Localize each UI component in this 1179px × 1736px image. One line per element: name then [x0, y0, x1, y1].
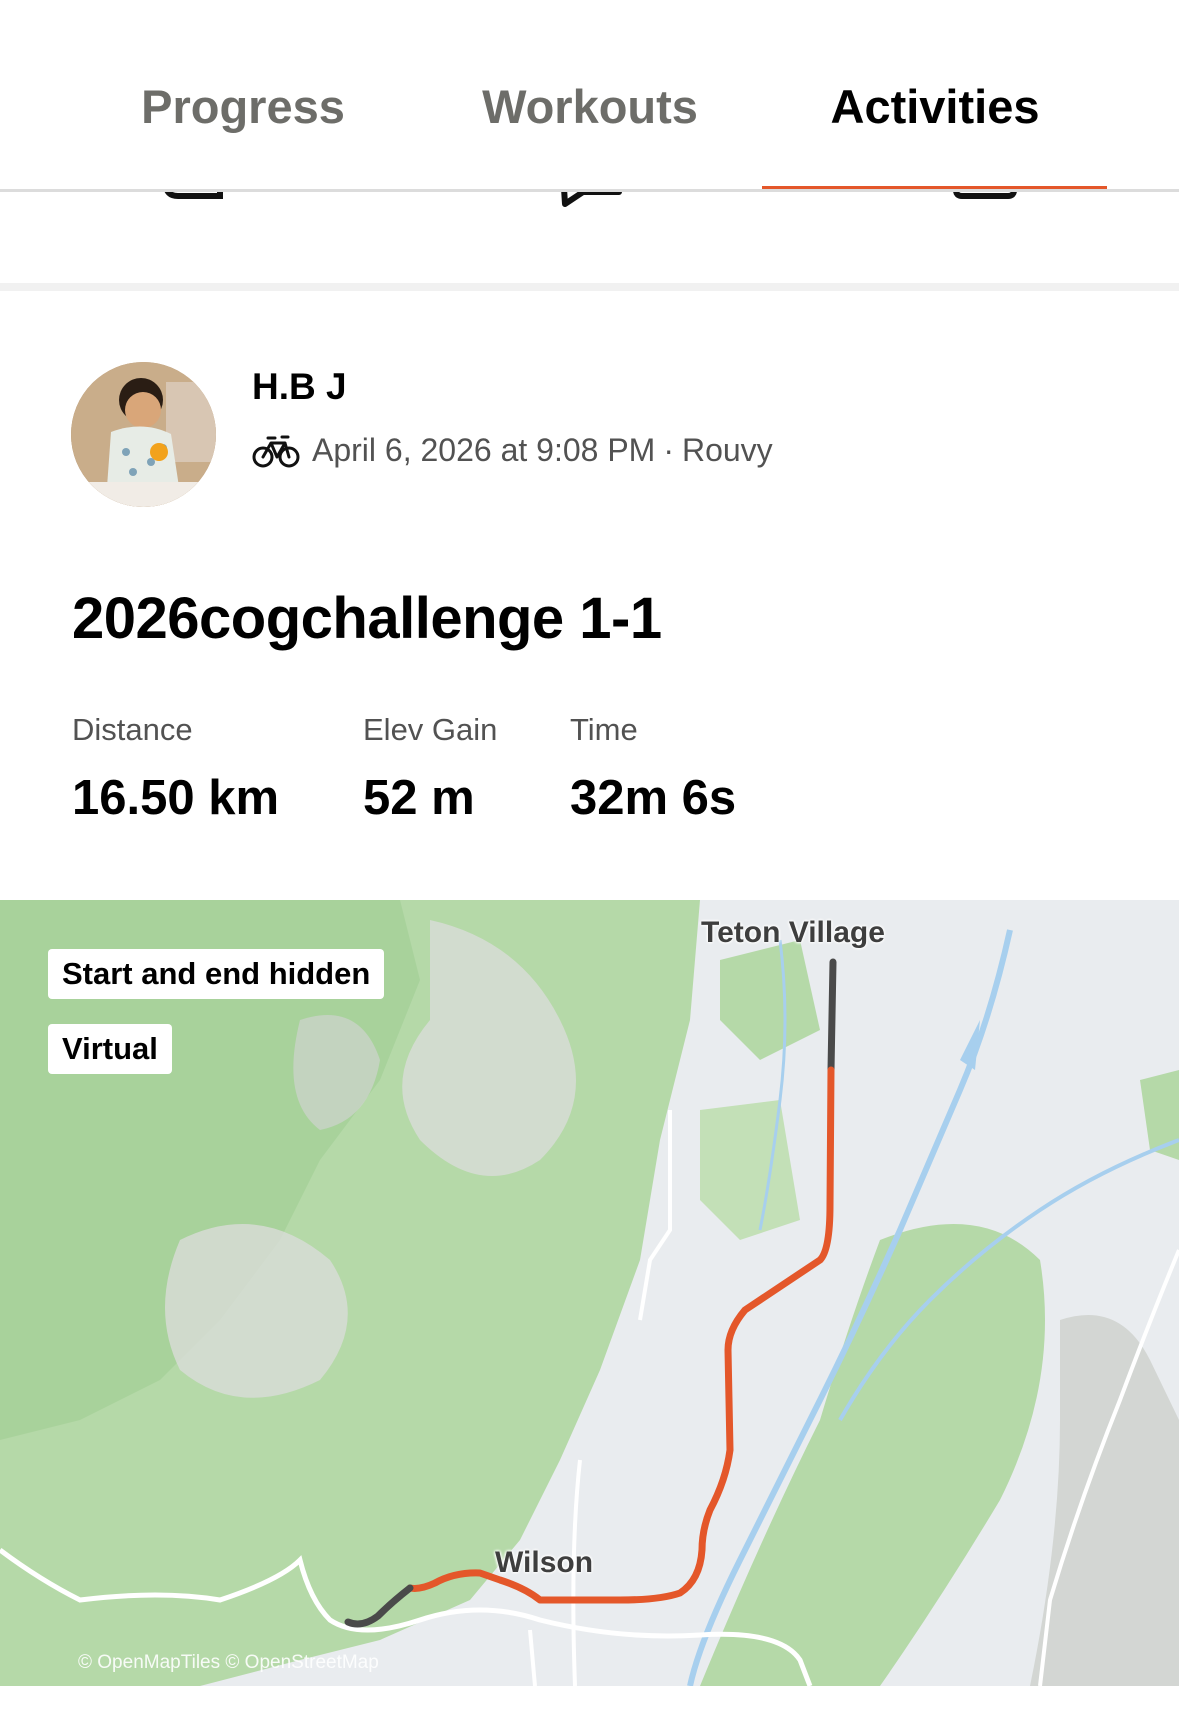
stat-time: Time 32m 6s	[570, 712, 736, 826]
bike-icon	[252, 435, 300, 467]
stat-elev-gain: Elev Gain 52 m	[363, 712, 497, 826]
athlete-name[interactable]: H.B J	[252, 366, 347, 408]
virtual-badge: Virtual	[48, 1024, 172, 1074]
stat-value: 32m 6s	[570, 771, 737, 825]
kudos-icon[interactable]	[160, 192, 230, 212]
athlete-avatar[interactable]	[71, 362, 216, 507]
section-separator	[0, 283, 1179, 291]
route-map[interactable]: Start and end hidden Virtual Teton Villa…	[0, 900, 1179, 1686]
stat-label: Distance	[72, 712, 193, 747]
stat-value: 16.50 km	[72, 771, 280, 825]
comment-icon[interactable]	[555, 192, 625, 212]
place-label-wilson: Wilson	[495, 1546, 594, 1579]
stat-distance: Distance 16.50 km	[72, 712, 279, 826]
activity-title[interactable]: 2026cogchallenge 1-1	[72, 585, 662, 652]
tab-activities[interactable]: Activities	[800, 72, 1070, 142]
activity-source: Rouvy	[681, 432, 773, 468]
activity-date: April 6, 2026 at 9:08 PM	[312, 432, 656, 468]
share-icon[interactable]	[950, 192, 1020, 212]
stat-label: Elev Gain	[363, 712, 498, 747]
map-attribution[interactable]: © OpenMapTiles © OpenStreetMap	[78, 1652, 379, 1674]
meta-separator: ·	[663, 432, 674, 468]
stat-label: Time	[570, 712, 638, 747]
tab-progress[interactable]: Progress	[118, 72, 368, 142]
stat-value: 52 m	[363, 771, 475, 825]
start-end-hidden-badge: Start and end hidden	[48, 949, 385, 999]
route-hidden-start	[827, 958, 837, 1074]
action-icon-strip	[0, 192, 1179, 282]
tab-bar: Progress Workouts Activities	[0, 0, 1179, 192]
place-label-teton-village: Teton Village	[701, 916, 885, 949]
tab-workouts[interactable]: Workouts	[455, 72, 725, 142]
activity-meta: April 6, 2026 at 9:08 PM · Rouvy	[252, 432, 773, 469]
next-card-edge	[0, 1686, 1179, 1736]
